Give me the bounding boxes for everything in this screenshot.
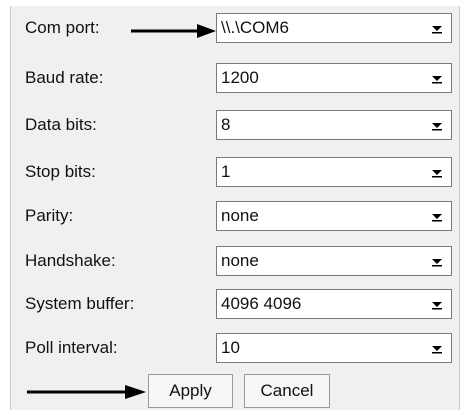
data-bits-dropdown-button[interactable] (423, 111, 451, 139)
parity-label: Parity: (25, 206, 74, 225)
system-buffer-value: 4096 4096 (221, 294, 302, 313)
button-row: Apply Cancel (11, 374, 459, 408)
setting-row-baud-rate: Baud rate: 1200 (11, 63, 459, 93)
setting-row-com-port: Com port: \\.\COM6 (11, 13, 459, 43)
data-bits-value: 8 (221, 115, 231, 134)
apply-button[interactable]: Apply (148, 374, 233, 408)
com-port-label: Com port: (25, 18, 100, 37)
apply-arrow-icon (27, 385, 146, 399)
chevron-down-icon (432, 214, 442, 222)
com-port-select[interactable]: \\.\COM6 (216, 13, 452, 43)
data-bits-label: Data bits: (25, 115, 97, 134)
poll-interval-select[interactable]: 10 (216, 333, 452, 363)
setting-row-handshake: Handshake: none (11, 246, 459, 276)
data-bits-select[interactable]: 8 (216, 110, 452, 140)
baud-rate-value: 1200 (221, 68, 259, 87)
poll-interval-value: 10 (221, 338, 240, 357)
stop-bits-label: Stop bits: (25, 162, 96, 181)
handshake-label: Handshake: (25, 251, 116, 270)
chevron-down-icon (432, 76, 442, 84)
parity-select[interactable]: none (216, 201, 452, 231)
baud-rate-dropdown-button[interactable] (423, 64, 451, 92)
system-buffer-label: System buffer: (25, 294, 135, 313)
setting-row-stop-bits: Stop bits: 1 (11, 157, 459, 187)
setting-row-poll-interval: Poll interval: 10 (11, 333, 459, 363)
cancel-button[interactable]: Cancel (244, 374, 330, 408)
com-port-dropdown-button[interactable] (423, 14, 451, 42)
parity-dropdown-button[interactable] (423, 202, 451, 230)
baud-rate-select[interactable]: 1200 (216, 63, 452, 93)
handshake-value: none (221, 251, 259, 270)
chevron-down-icon (432, 170, 442, 178)
stop-bits-dropdown-button[interactable] (423, 158, 451, 186)
setting-row-data-bits: Data bits: 8 (11, 110, 459, 140)
com-port-arrow-icon (131, 24, 216, 38)
baud-rate-label: Baud rate: (25, 68, 104, 87)
handshake-dropdown-button[interactable] (423, 247, 451, 275)
parity-value: none (221, 206, 259, 225)
chevron-down-icon (432, 259, 442, 267)
serial-settings-panel: Com port: \\.\COM6 Baud rate: 1200 Data … (10, 6, 460, 410)
poll-interval-dropdown-button[interactable] (423, 334, 451, 362)
system-buffer-select[interactable]: 4096 4096 (216, 289, 452, 319)
setting-row-system-buffer: System buffer: 4096 4096 (11, 289, 459, 319)
chevron-down-icon (432, 346, 442, 354)
poll-interval-label: Poll interval: (25, 338, 118, 357)
handshake-select[interactable]: none (216, 246, 452, 276)
chevron-down-icon (432, 302, 442, 310)
com-port-value: \\.\COM6 (221, 18, 290, 37)
setting-row-parity: Parity: none (11, 201, 459, 231)
system-buffer-dropdown-button[interactable] (423, 290, 451, 318)
stop-bits-select[interactable]: 1 (216, 157, 452, 187)
chevron-down-icon (432, 123, 442, 131)
chevron-down-icon (432, 26, 442, 34)
stop-bits-value: 1 (221, 162, 231, 181)
